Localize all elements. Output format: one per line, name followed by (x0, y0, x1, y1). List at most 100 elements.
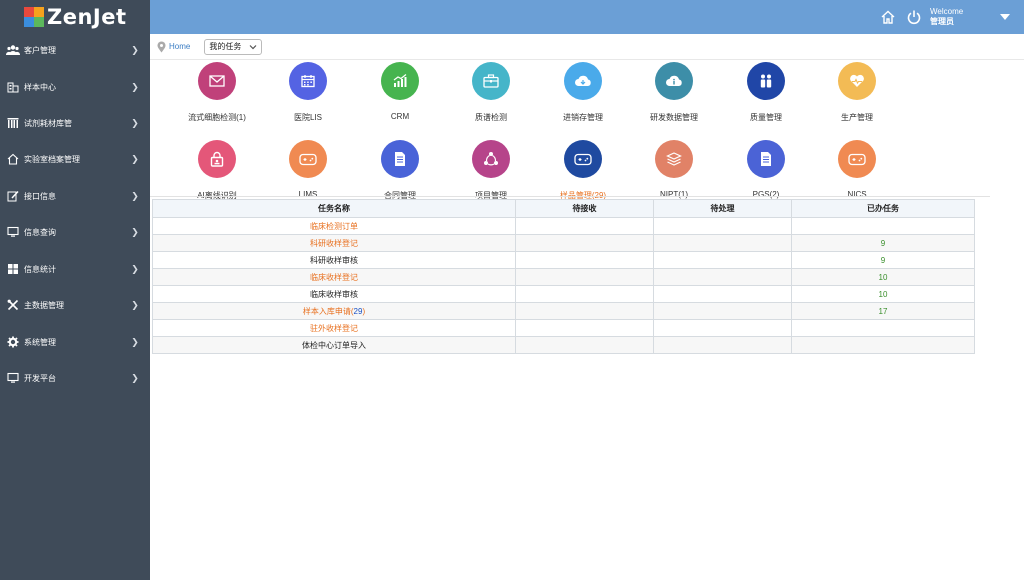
breadcrumb: Home 我的任务 (150, 34, 1024, 60)
logo[interactable]: ZenJet (0, 0, 150, 34)
app-tile-6[interactable]: 质量管理 (721, 62, 811, 132)
document-icon (747, 140, 785, 178)
pending-process-cell (653, 319, 792, 337)
done-tasks-cell (791, 319, 975, 337)
user-menu-caret-icon[interactable] (1000, 14, 1010, 20)
table-row: 科研收样审核 9 (152, 251, 975, 269)
task-name-cell[interactable]: 样本入库申请(29) (152, 302, 516, 320)
chevron-right-icon: ❯ (131, 226, 139, 237)
sidebar-item-label: 样本中心 (24, 82, 56, 92)
chevron-right-icon: ❯ (131, 336, 139, 347)
task-name-cell[interactable]: 临床收样审核 (152, 285, 516, 303)
table-row: 样本入库申请(29) 17 (152, 302, 975, 320)
task-name-cell[interactable]: 科研收样审核 (152, 251, 516, 269)
table-header-row: 任务名称 待接收 待处理 已办任务 (152, 199, 975, 218)
monitor-icon (6, 372, 20, 384)
sidebar-item-1[interactable]: 样本中心 ❯ (0, 77, 150, 97)
app-tile-1[interactable]: 医院LIS (263, 62, 353, 132)
sidebar-item-2[interactable]: 试剂耗材库管 ❯ (0, 113, 150, 133)
chevron-right-icon: ❯ (131, 117, 139, 128)
pending-receive-cell (515, 251, 654, 269)
app-label: 流式细胞检测(1) (188, 113, 246, 122)
sidebar-item-8[interactable]: 系统管理 ❯ (0, 332, 150, 352)
sidebar-item-label: 接口信息 (24, 191, 56, 201)
pending-process-cell (653, 336, 792, 354)
sidebar-item-label: 系统管理 (24, 337, 56, 347)
gamepad-icon (838, 140, 876, 178)
layers-icon (655, 140, 693, 178)
app-label: 研发数据管理 (650, 113, 698, 122)
done-tasks-cell (791, 336, 975, 354)
sidebar-item-label: 开发平台 (24, 373, 56, 383)
chevron-right-icon: ❯ (131, 190, 139, 201)
grid-icon (6, 263, 20, 275)
home-icon[interactable] (878, 7, 898, 27)
power-icon[interactable] (904, 7, 924, 27)
task-table: 任务名称 待接收 待处理 已办任务 临床检测订单 科研收样登记 9 科研收样审核 9 临床… (152, 199, 975, 354)
people-icon (747, 62, 785, 100)
location-pin-icon (156, 41, 166, 53)
document-icon (381, 140, 419, 178)
table-row: 驻外收样登记 (152, 319, 975, 337)
app-tile-2[interactable]: CRM (355, 62, 445, 132)
app-label: 生产管理 (841, 113, 873, 122)
pending-process-cell (653, 268, 792, 286)
app-tile-5[interactable]: 研发数据管理 (629, 62, 719, 132)
top-right-controls: Welcome 管理员 (878, 0, 1024, 34)
app-label: LIMS (298, 190, 318, 199)
task-name-cell[interactable]: 体检中心订单导入 (152, 336, 516, 354)
app-label: 质谱检测 (475, 113, 507, 122)
top-bar: ZenJet Welcome 管理员 (0, 0, 1024, 34)
sidebar-item-3[interactable]: 实验室档案管理 ❯ (0, 149, 150, 169)
task-name-cell[interactable]: 临床检测订单 (152, 217, 516, 235)
app-label: 质量管理 (750, 113, 782, 122)
sidebar-item-4[interactable]: 接口信息 ❯ (0, 186, 150, 206)
table-row: 科研收样登记 9 (152, 234, 975, 252)
sidebar-item-6[interactable]: 信息统计 ❯ (0, 259, 150, 279)
cloud-info-icon (655, 62, 693, 100)
column-header-pending-receive: 待接收 (515, 199, 654, 218)
app-tile-3[interactable]: 质谱检测 (446, 62, 536, 132)
task-select[interactable]: 我的任务 (204, 38, 263, 55)
chevron-right-icon: ❯ (131, 299, 139, 310)
users-icon (6, 44, 20, 56)
building-icon (6, 81, 20, 93)
bar-chart-icon (381, 62, 419, 100)
sidebar-item-label: 主数据管理 (24, 300, 64, 310)
pending-process-cell (653, 251, 792, 269)
sidebar-item-0[interactable]: 客户管理 ❯ (0, 40, 150, 60)
briefcase-icon (472, 62, 510, 100)
task-name-cell[interactable]: 科研收样登记 (152, 234, 516, 252)
chevron-right-icon: ❯ (131, 44, 139, 55)
app-tile-4[interactable]: 进销存管理 (538, 62, 628, 132)
app-label: PGS(2) (752, 190, 780, 199)
task-name-cell[interactable]: 驻外收样登记 (152, 319, 516, 337)
pending-receive-cell (515, 217, 654, 235)
task-name-suffix: ) (362, 306, 366, 316)
cloud-icon (564, 62, 602, 100)
chevron-right-icon: ❯ (131, 372, 139, 383)
gamepad-icon (289, 140, 327, 178)
sidebar-item-7[interactable]: 主数据管理 ❯ (0, 295, 150, 315)
pending-receive-cell (515, 234, 654, 252)
share-icon (472, 140, 510, 178)
column-header-pending-process: 待处理 (653, 199, 792, 218)
lock-icon (198, 140, 236, 178)
task-name-cell[interactable]: 临床收样登记 (152, 268, 516, 286)
app-label: 进销存管理 (563, 113, 603, 122)
done-tasks-cell: 9 (791, 251, 975, 269)
chevron-right-icon: ❯ (131, 81, 139, 92)
sidebar-item-5[interactable]: 信息查询 ❯ (0, 222, 150, 242)
app-label: NIPT(1) (660, 190, 688, 199)
chevron-right-icon: ❯ (131, 263, 139, 274)
divider (150, 196, 990, 197)
calendar-icon (289, 62, 327, 100)
app-tile-7[interactable]: 生产管理 (812, 62, 902, 132)
app-tile-0[interactable]: 流式细胞检测(1) (172, 62, 262, 132)
sidebar-item-9[interactable]: 开发平台 ❯ (0, 368, 150, 388)
breadcrumb-home-link[interactable]: Home (169, 42, 190, 51)
app-label: CRM (390, 112, 410, 121)
app-label: NICS (847, 190, 867, 199)
app-label: 医院LIS (293, 113, 322, 122)
logo-mark-icon (24, 7, 44, 27)
